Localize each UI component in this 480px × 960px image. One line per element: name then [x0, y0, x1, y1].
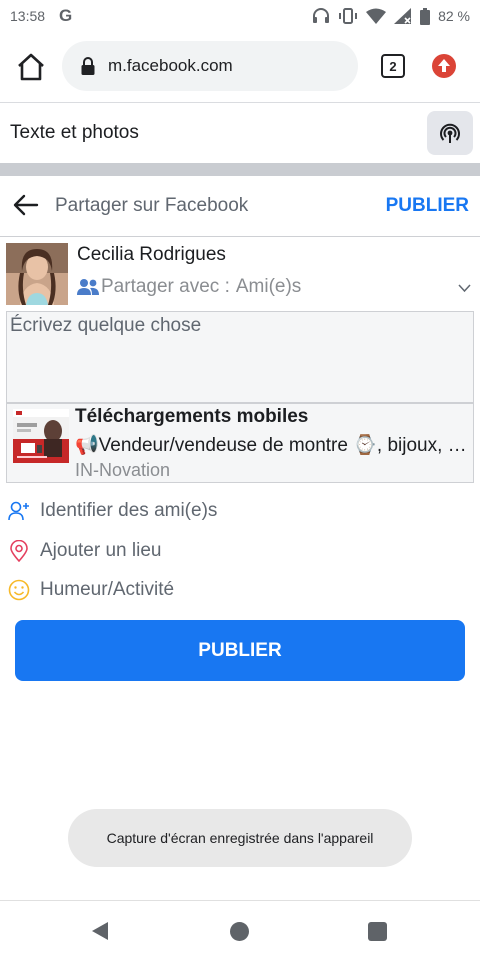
url-bar[interactable]: m.facebook.com — [62, 41, 358, 91]
home-icon[interactable] — [14, 52, 48, 82]
smiley-icon — [8, 579, 30, 601]
audience-value: Ami(e)s — [235, 276, 302, 297]
nav-home-icon[interactable] — [230, 922, 249, 941]
signal-icon — [394, 8, 412, 24]
browser-divider — [0, 102, 480, 103]
user-name: Cecilia Rodrigues — [77, 244, 226, 265]
link-description: 📢Vendeur/vendeuse de montre ⌚, bijoux, p… — [75, 435, 471, 456]
broadcast-button[interactable] — [427, 111, 473, 155]
mood-activity-label: Humeur/Activité — [40, 579, 175, 600]
lock-icon — [81, 57, 95, 75]
back-arrow-icon[interactable] — [12, 193, 40, 217]
audience-selector[interactable]: Partager avec : Ami(e)s — [77, 276, 301, 298]
link-thumbnail — [13, 409, 69, 463]
share-title: Partager sur Facebook — [55, 195, 249, 216]
status-icons: 82 % — [312, 7, 470, 25]
link-preview-card[interactable]: Téléchargements mobiles 📢Vendeur/vendeus… — [6, 403, 474, 483]
screenshot-toast: Capture d'écran enregistrée dans l'appar… — [68, 809, 412, 867]
battery-percent: 82 % — [438, 8, 470, 24]
text-photos-title: Texte et photos — [10, 122, 139, 143]
system-nav-bar — [0, 900, 480, 960]
toast-message: Capture d'écran enregistrée dans l'appar… — [106, 830, 374, 846]
friends-icon — [77, 279, 99, 295]
headphones-icon — [313, 8, 330, 23]
nav-back-icon[interactable] — [90, 921, 110, 941]
add-location-action[interactable]: Ajouter un lieu — [0, 533, 480, 569]
link-source: IN-Novation — [75, 460, 171, 480]
tag-friend-icon — [8, 501, 29, 521]
wifi-icon — [366, 8, 387, 24]
section-separator — [0, 163, 480, 176]
url-text: m.facebook.com — [108, 56, 233, 75]
tabs-icon[interactable]: 2 — [381, 54, 405, 78]
location-pin-icon — [10, 540, 28, 562]
audience-prefix: Partager avec : — [101, 276, 230, 297]
publish-link[interactable]: PUBLIER — [386, 195, 469, 217]
battery-icon — [420, 7, 431, 25]
status-bar: 13:58 G 82 % — [0, 0, 480, 32]
tag-friends-action[interactable]: Identifier des ami(e)s — [0, 493, 480, 529]
caret-down-icon[interactable] — [458, 283, 471, 293]
vibrate-icon — [339, 8, 358, 24]
mood-activity-action[interactable]: Humeur/Activité — [0, 572, 480, 608]
tag-friends-label: Identifier des ami(e)s — [40, 500, 218, 521]
link-title: Téléchargements mobiles — [75, 406, 309, 427]
browser-toolbar: m.facebook.com 2 — [0, 36, 480, 98]
avatar — [6, 243, 68, 305]
post-placeholder: Écrivez quelque chose — [10, 315, 202, 336]
share-divider — [0, 236, 480, 237]
google-app-indicator: G — [59, 6, 73, 25]
text-photos-header: Texte et photos — [0, 104, 480, 162]
publish-button[interactable]: PUBLIER — [15, 620, 465, 681]
broadcast-icon — [440, 123, 460, 143]
status-time: 13:58 — [10, 8, 46, 24]
add-location-label: Ajouter un lieu — [40, 540, 162, 561]
nav-recents-icon[interactable] — [368, 922, 387, 941]
update-arrow-icon[interactable] — [432, 54, 456, 78]
post-text-area[interactable]: Écrivez quelque chose — [6, 311, 474, 403]
share-header: Partager sur Facebook PUBLIER — [0, 178, 480, 236]
